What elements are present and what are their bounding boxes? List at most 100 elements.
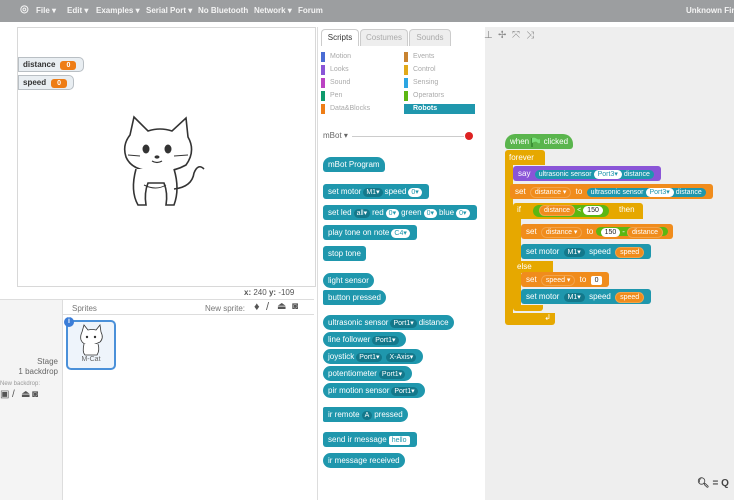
menu-forum[interactable]: Forum	[298, 6, 323, 15]
camera-icon[interactable]: ◙	[292, 301, 298, 312]
zoom-reset[interactable]: = Q	[712, 478, 728, 489]
backdrop-library-icon[interactable]: ▣	[0, 389, 9, 400]
device-dropdown[interactable]: mBot ▾	[323, 131, 348, 140]
monitor-label: distance	[23, 60, 56, 69]
x-label: x:	[244, 288, 252, 297]
shrink-icon[interactable]: ⤨	[526, 30, 534, 41]
globe-icon[interactable]: ◎	[20, 4, 29, 15]
backdrop-upload-icon[interactable]: ⏏	[21, 389, 30, 400]
block-set-motor[interactable]: set motor M1▾ speed 0▾	[323, 184, 429, 199]
divider	[62, 314, 314, 315]
if-bottom	[513, 305, 543, 311]
when-flag-clicked-block[interactable]: when clicked	[505, 134, 574, 149]
forever-bottom: ↲	[505, 313, 555, 325]
if-arm	[513, 219, 521, 261]
set-variable-block[interactable]: set distance ▾ to ultrasonic sensor Port3…	[510, 184, 713, 199]
y-label: y:	[268, 288, 277, 297]
stage[interactable]: distance 0 speed 0	[17, 27, 316, 287]
divider	[352, 136, 464, 137]
category-motion[interactable]: Motion	[321, 52, 400, 62]
new-sprite-label: New sprite:	[205, 304, 246, 313]
menu-bluetooth[interactable]: No Bluetooth	[198, 6, 248, 15]
category-robots[interactable]: Robots	[404, 104, 475, 114]
if-else-block[interactable]: if distance <150 then	[513, 203, 643, 219]
monitor-distance: distance 0	[18, 57, 84, 72]
upload-icon[interactable]: ⏏	[277, 301, 286, 312]
zoom-out-icon[interactable]: 🔍︎	[697, 478, 710, 489]
x-value: 240	[253, 288, 267, 297]
block-set-led[interactable]: set led all▾ red 0▾ green 0▾ blue 0▾	[323, 205, 477, 220]
less-than-operator: distance <150	[533, 205, 609, 217]
category-events[interactable]: Events	[404, 52, 475, 62]
menu-edit[interactable]: Edit ▾	[67, 6, 88, 15]
block-potentiometer[interactable]: potentiometer Port1▾	[323, 366, 413, 381]
block-ultrasonic-sensor[interactable]: ultrasonic sensor Port1▾ distance	[323, 315, 454, 330]
block-palette: Scripts Costumes Sounds Motion Events Lo…	[317, 27, 486, 500]
ultrasonic-reporter: ultrasonic sensor Port3▾ distance	[586, 188, 706, 197]
menu-network[interactable]: Network ▾	[254, 6, 292, 15]
green-flag-icon	[531, 137, 541, 147]
block-line-follower[interactable]: line follower Port1▾	[323, 332, 406, 347]
block-pir-motion-sensor[interactable]: pir motion sensor Port1▾	[323, 383, 425, 398]
user-name[interactable]: Unknown Fir	[686, 6, 734, 15]
block-light-sensor[interactable]: light sensor	[323, 273, 374, 288]
set-variable-block[interactable]: set distance ▾ to 150- distance	[521, 224, 674, 239]
category-data-blocks[interactable]: Data&Blocks	[321, 104, 400, 114]
duplicate-icon[interactable]: ⊥	[484, 30, 493, 41]
monitor-value: 0	[60, 61, 77, 70]
menu-file[interactable]: File ▾	[36, 6, 56, 15]
mouse-coordinates: x: 240 y: -109	[244, 288, 294, 297]
sprite-tile-mcat[interactable]: M-Cat	[66, 320, 116, 370]
category-control[interactable]: Control	[404, 65, 475, 75]
category-looks[interactable]: Looks	[321, 65, 400, 75]
category-pen[interactable]: Pen	[321, 91, 400, 101]
block-stop-tone[interactable]: stop tone	[323, 246, 366, 261]
say-block[interactable]: say ultrasonic sensor Port3▾ distance	[513, 166, 661, 181]
grow-icon[interactable]: ⤧	[512, 30, 520, 41]
tab-sounds[interactable]: Sounds	[409, 29, 451, 46]
forever-block[interactable]: forever	[505, 150, 545, 165]
new-backdrop-label: New backdrop:	[0, 381, 41, 387]
block-ir-remote[interactable]: ir remote Apressed	[323, 407, 408, 422]
set-variable-block[interactable]: set speed ▾ to 0	[521, 272, 610, 287]
zoom-controls[interactable]: 🔍︎ = Q	[697, 478, 729, 489]
sprite-name: M-Cat	[81, 356, 101, 363]
stage-label: Stage	[37, 357, 58, 366]
cat-sprite[interactable]	[108, 113, 208, 223]
menu-bar: ◎ File ▾ Edit ▾ Examples ▾ Serial Port ▾…	[0, 0, 734, 22]
category-operators[interactable]: Operators	[404, 91, 475, 101]
paint-icon[interactable]: /	[266, 301, 269, 313]
sprites-header: Sprites	[72, 304, 97, 313]
y-value: -109	[278, 288, 295, 297]
else-arm	[513, 273, 521, 307]
ultrasonic-reporter: ultrasonic sensor Port3▾ distance	[534, 170, 654, 179]
block-button-pressed[interactable]: button pressed	[323, 290, 386, 305]
category-sensing[interactable]: Sensing	[404, 78, 475, 88]
backdrop-count: 1 backdrop	[18, 367, 58, 376]
loop-arrow-icon: ↲	[544, 313, 551, 322]
delete-icon[interactable]: ✢	[498, 30, 506, 41]
block-play-tone[interactable]: play tone on note C4▾	[323, 225, 417, 240]
block-ir-message-received[interactable]: ir message received	[323, 453, 405, 468]
block-joystick[interactable]: joystick Port1▾ X-Axis▾	[323, 349, 424, 364]
block-send-ir-message[interactable]: send ir message hello	[323, 432, 417, 447]
block-mbot-program[interactable]: mBot Program	[323, 157, 385, 172]
tab-costumes[interactable]: Costumes	[360, 29, 408, 46]
set-motor-block[interactable]: set motor M1▾ speed speed	[521, 244, 652, 259]
library-sprite-icon[interactable]: ♦	[254, 301, 260, 313]
menu-serial-port[interactable]: Serial Port ▾	[146, 6, 192, 15]
sprite-info-icon[interactable]: i	[64, 317, 74, 327]
backdrop-paint-icon[interactable]: /	[12, 389, 15, 400]
connection-status-icon	[465, 132, 473, 140]
monitor-value: 0	[51, 79, 68, 88]
set-motor-block[interactable]: set motor M1▾ speed speed	[521, 289, 652, 304]
tab-scripts[interactable]: Scripts	[321, 29, 359, 46]
stage-thumbnail-pane[interactable]	[0, 300, 63, 500]
monitor-speed: speed 0	[18, 75, 74, 90]
sprite-thumbnail	[80, 324, 103, 356]
backdrop-camera-icon[interactable]: ◙	[32, 389, 38, 400]
menu-examples[interactable]: Examples ▾	[96, 6, 140, 15]
monitor-label: speed	[23, 78, 47, 87]
subtract-operator: 150- distance	[595, 227, 669, 238]
category-sound[interactable]: Sound	[321, 78, 400, 88]
